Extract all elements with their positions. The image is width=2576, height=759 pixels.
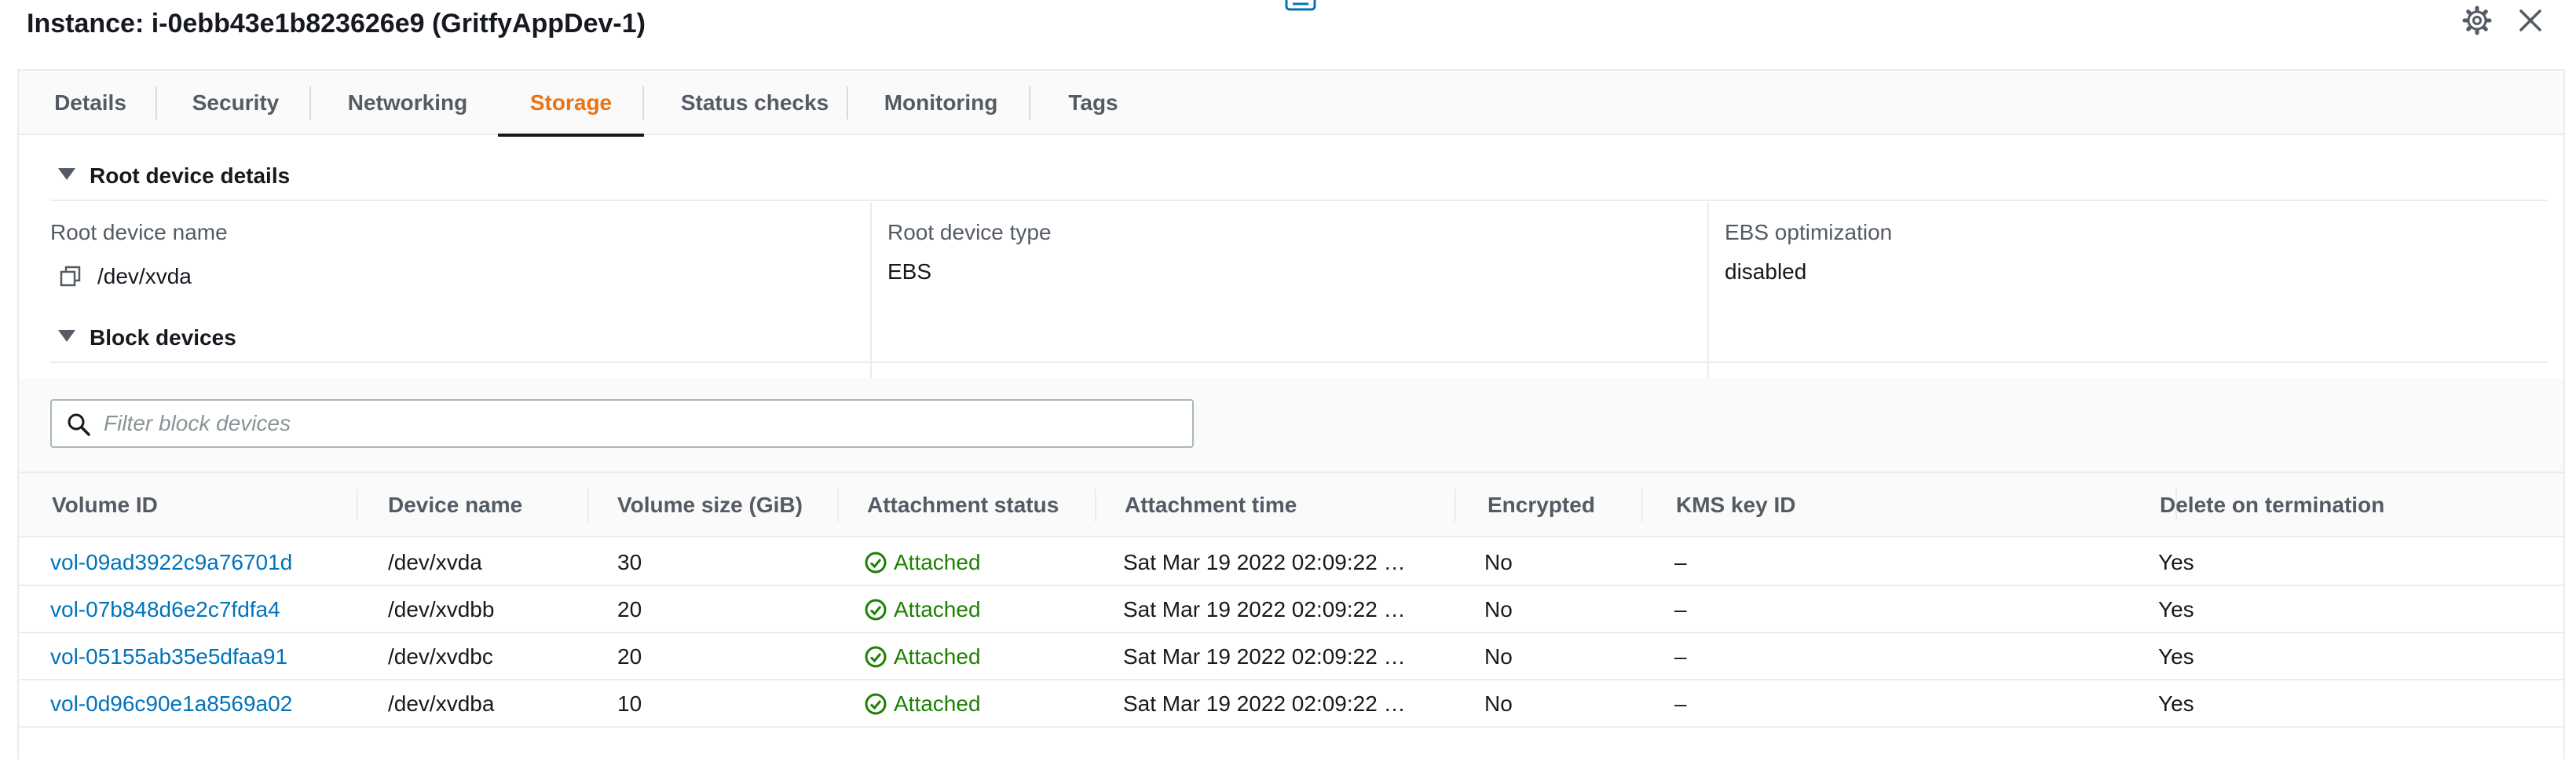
attachment-time-cell: Sat Mar 19 2022 02:09:22 … bbox=[1123, 597, 1406, 622]
encrypted-cell: No bbox=[1484, 597, 1513, 622]
delete-on-termination-cell: Yes bbox=[2158, 597, 2194, 622]
attachment-status-cell: Attached bbox=[864, 633, 981, 680]
page-header: Instance: i-0ebb43e1b823626e9 (GritfyApp… bbox=[0, 0, 2576, 63]
root-device-section-title: Root device details bbox=[90, 163, 291, 188]
tab-divider bbox=[1029, 86, 1030, 119]
status-success-icon bbox=[865, 693, 887, 715]
table-row: vol-07b848d6e2c7fdfa4 /dev/xvdbb 20 Atta… bbox=[19, 586, 2563, 633]
table-row: vol-05155ab35e5dfaa91 /dev/xvdbc 20 Atta… bbox=[19, 633, 2563, 680]
column-resizer[interactable] bbox=[1095, 489, 1096, 522]
device-name-cell: /dev/xvdbb bbox=[388, 597, 495, 622]
volume-id-link[interactable]: vol-09ad3922c9a76701d bbox=[50, 539, 292, 586]
delete-on-termination-cell: Yes bbox=[2158, 550, 2194, 574]
tab-divider bbox=[309, 86, 311, 119]
column-header-encrypted[interactable]: Encrypted bbox=[1487, 473, 1595, 537]
ebs-optimization-label: EBS optimization bbox=[1725, 220, 1893, 244]
volume-size-cell: 10 bbox=[617, 691, 642, 716]
column-header-volume-size[interactable]: Volume size (GiB) bbox=[617, 473, 803, 537]
attachment-time-cell: Sat Mar 19 2022 02:09:22 … bbox=[1123, 644, 1406, 669]
attachment-status-text: Attached bbox=[894, 597, 981, 622]
volume-id-link[interactable]: vol-05155ab35e5dfaa91 bbox=[50, 633, 287, 680]
status-success-icon bbox=[865, 599, 887, 621]
attachment-status-cell: Attached bbox=[864, 539, 981, 586]
caret-down-icon bbox=[58, 168, 75, 180]
column-header-volume-id[interactable]: Volume ID bbox=[52, 473, 158, 537]
delete-on-termination-cell: Yes bbox=[2158, 644, 2194, 669]
filter-input[interactable] bbox=[104, 401, 1187, 446]
column-header-attachment-time[interactable]: Attachment time bbox=[1125, 473, 1297, 537]
column-divider bbox=[870, 203, 872, 385]
column-resizer[interactable] bbox=[837, 489, 839, 522]
column-header-delete-on-termination[interactable]: Delete on termination bbox=[2160, 473, 2384, 537]
encrypted-cell: No bbox=[1484, 550, 1513, 574]
table-row: vol-09ad3922c9a76701d /dev/xvda 30 Attac… bbox=[19, 539, 2563, 586]
status-success-icon bbox=[865, 646, 887, 668]
search-icon bbox=[68, 413, 90, 436]
root-device-name-value: /dev/xvda bbox=[97, 264, 192, 288]
root-device-type-label: Root device type bbox=[887, 220, 1052, 244]
column-header-device-name[interactable]: Device name bbox=[388, 473, 522, 537]
device-name-cell: /dev/xvdbc bbox=[388, 644, 493, 669]
root-device-type-value: EBS bbox=[887, 259, 932, 284]
volume-size-cell: 30 bbox=[617, 550, 642, 574]
section-divider bbox=[50, 200, 2548, 201]
delete-on-termination-cell: Yes bbox=[2158, 691, 2194, 716]
page-title: Instance: i-0ebb43e1b823626e9 (GritfyApp… bbox=[27, 9, 646, 38]
encrypted-cell: No bbox=[1484, 691, 1513, 716]
filter-block-devices[interactable] bbox=[50, 399, 1194, 448]
block-devices-table-header: Volume ID Device name Volume size (GiB) … bbox=[19, 471, 2563, 537]
tab-monitoring[interactable]: Monitoring bbox=[878, 71, 1004, 135]
status-success-icon bbox=[865, 552, 887, 574]
volume-size-cell: 20 bbox=[617, 597, 642, 622]
tab-details[interactable]: Details bbox=[52, 71, 129, 135]
tab-storage[interactable]: Storage bbox=[498, 71, 644, 137]
encrypted-cell: No bbox=[1484, 644, 1513, 669]
volume-id-link[interactable]: vol-0d96c90e1a8569a02 bbox=[50, 680, 292, 728]
column-header-kms-key-id[interactable]: KMS key ID bbox=[1676, 473, 1796, 537]
tab-networking[interactable]: Networking bbox=[341, 71, 474, 135]
root-device-section-toggle[interactable]: Root device details bbox=[58, 160, 290, 192]
kms-key-id-cell: – bbox=[1674, 597, 1687, 622]
tab-divider bbox=[642, 86, 644, 119]
attachment-status-text: Attached bbox=[894, 644, 981, 669]
attachment-time-cell: Sat Mar 19 2022 02:09:22 … bbox=[1123, 550, 1406, 574]
ebs-optimization-value: disabled bbox=[1725, 259, 1807, 284]
tab-security[interactable]: Security bbox=[188, 71, 283, 135]
attachment-status-text: Attached bbox=[894, 691, 981, 716]
volume-id-link[interactable]: vol-07b848d6e2c7fdfa4 bbox=[50, 586, 280, 633]
kms-key-id-cell: – bbox=[1674, 644, 1687, 669]
device-name-cell: /dev/xvda bbox=[388, 550, 482, 574]
block-devices-section-title: Block devices bbox=[90, 325, 236, 350]
column-header-attachment-status[interactable]: Attachment status bbox=[867, 473, 1059, 537]
volume-size-cell: 20 bbox=[617, 644, 642, 669]
column-resizer[interactable] bbox=[1641, 489, 1643, 522]
section-divider bbox=[50, 361, 2548, 363]
attachment-status-cell: Attached bbox=[864, 680, 981, 728]
tab-bar: Details Security Networking Storage Stat… bbox=[19, 71, 2563, 137]
gear-icon[interactable] bbox=[2461, 5, 2493, 36]
device-name-cell: /dev/xvdba bbox=[388, 691, 495, 716]
attachment-status-text: Attached bbox=[894, 550, 981, 574]
column-divider bbox=[1707, 203, 1709, 385]
column-resizer[interactable] bbox=[587, 489, 589, 522]
instance-details-panel: Details Security Networking Storage Stat… bbox=[17, 69, 2565, 759]
attachment-status-cell: Attached bbox=[864, 586, 981, 633]
caret-down-icon bbox=[58, 330, 75, 342]
copy-icon[interactable] bbox=[60, 266, 82, 288]
kms-key-id-cell: – bbox=[1674, 550, 1687, 574]
tab-status-checks[interactable]: Status checks bbox=[674, 71, 836, 135]
root-device-name-label: Root device name bbox=[50, 220, 228, 244]
tab-divider bbox=[156, 86, 157, 119]
kms-key-id-cell: – bbox=[1674, 691, 1687, 716]
tab-divider bbox=[847, 86, 848, 119]
column-resizer[interactable] bbox=[1454, 489, 1456, 522]
block-devices-section-toggle[interactable]: Block devices bbox=[58, 322, 236, 354]
column-resizer[interactable] bbox=[357, 489, 358, 522]
close-icon[interactable] bbox=[2515, 5, 2546, 36]
table-row: vol-0d96c90e1a8569a02 /dev/xvdba 10 Atta… bbox=[19, 680, 2563, 728]
attachment-time-cell: Sat Mar 19 2022 02:09:22 … bbox=[1123, 691, 1406, 716]
tab-tags[interactable]: Tags bbox=[1060, 71, 1126, 135]
panel-handle-icon[interactable] bbox=[1285, 0, 1316, 11]
